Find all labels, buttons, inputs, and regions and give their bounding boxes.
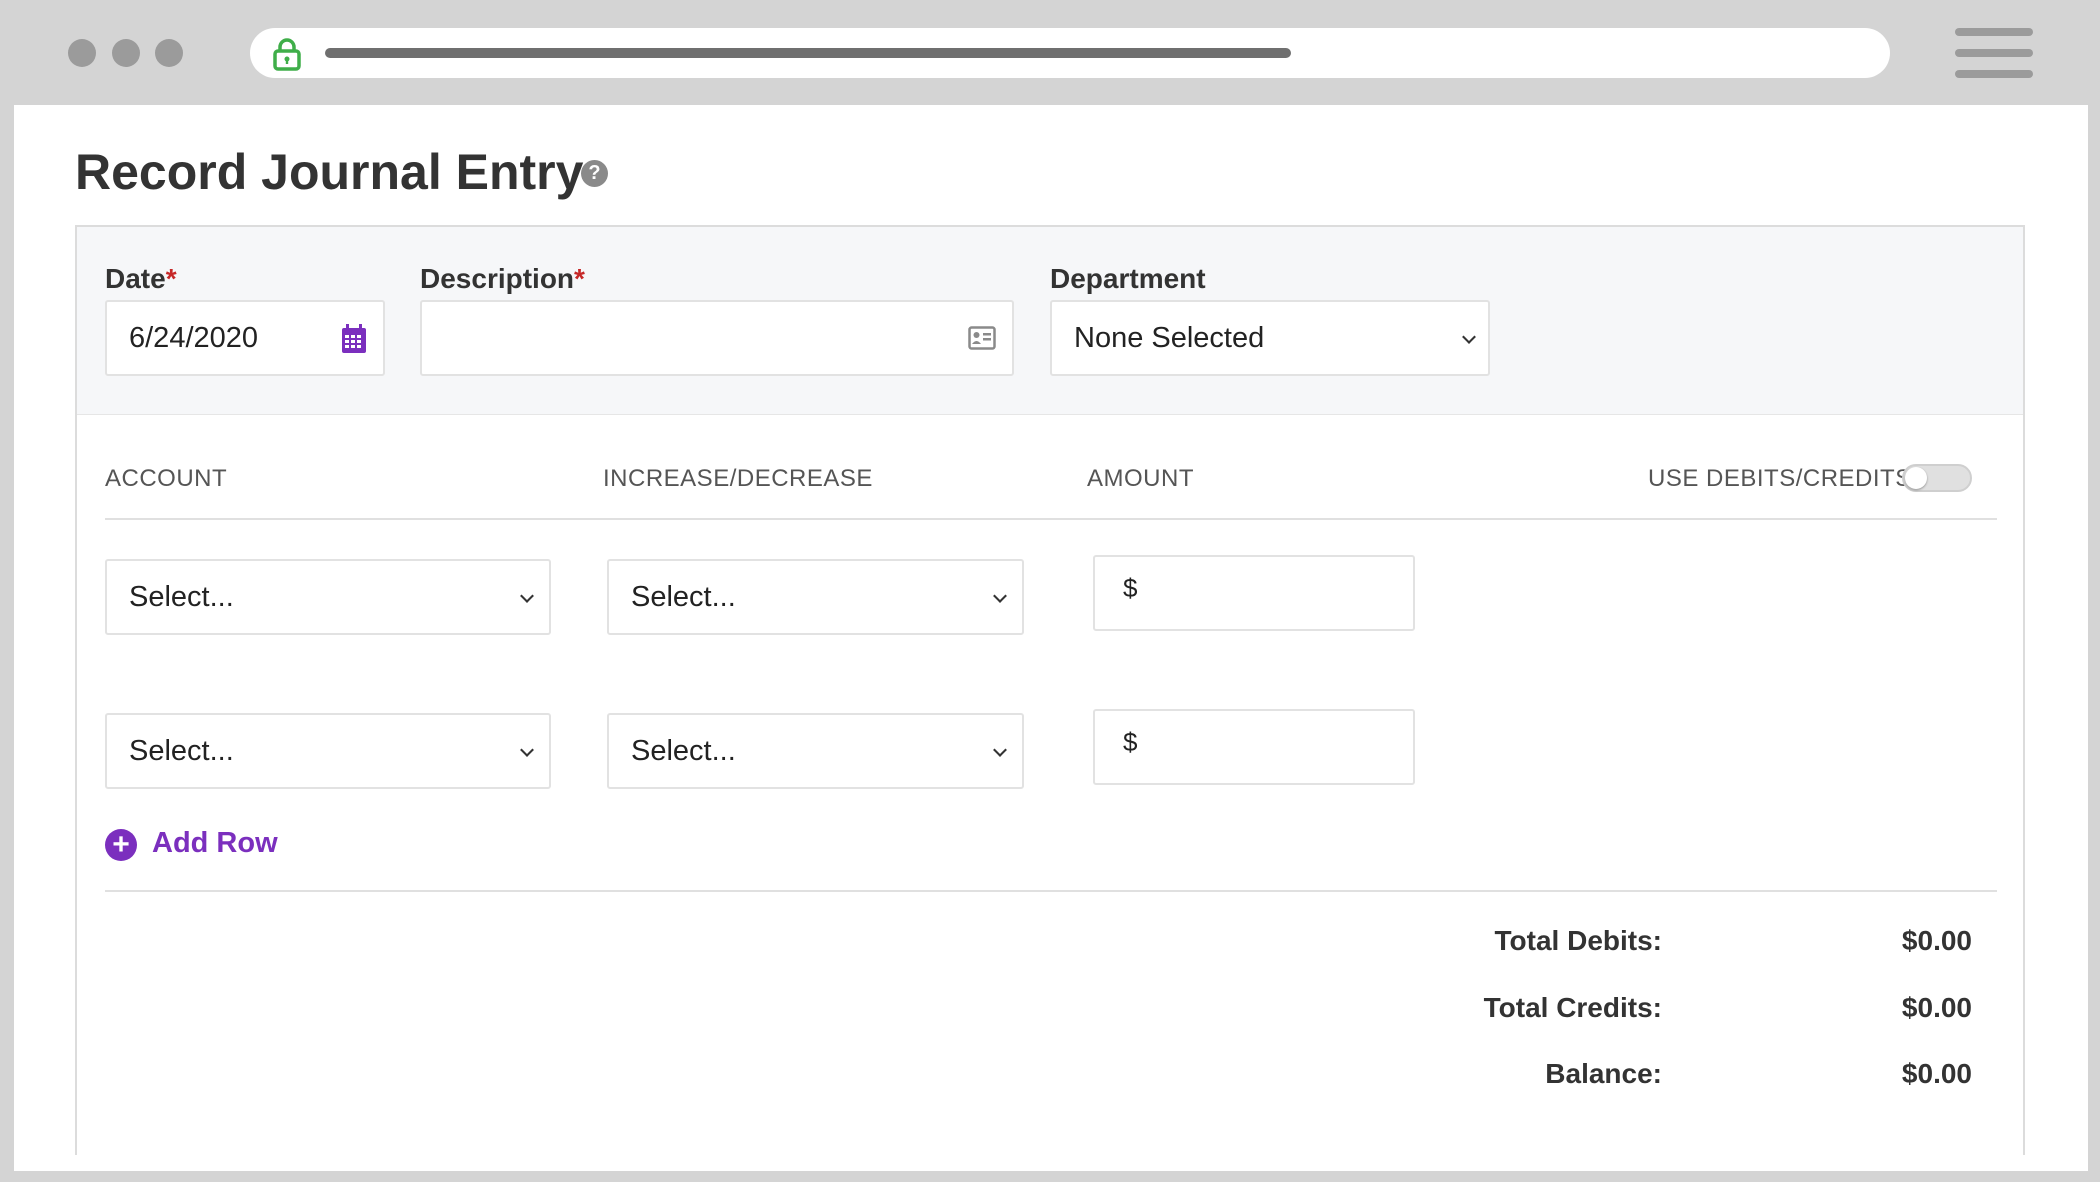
lock-icon: [273, 38, 301, 71]
currency-symbol: $: [1123, 727, 1138, 757]
use-debits-credits-toggle[interactable]: [1902, 464, 1972, 492]
date-value: 6/24/2020: [129, 322, 259, 354]
account-select[interactable]: Select...: [105, 559, 551, 635]
description-label: Description*: [420, 263, 585, 294]
amount-column-header: AMOUNT: [1087, 465, 1194, 492]
department-select[interactable]: None Selected: [1050, 300, 1490, 376]
toggle-knob: [1905, 467, 1927, 489]
address-bar[interactable]: [250, 28, 1890, 78]
help-icon[interactable]: ?: [581, 160, 608, 187]
totals-divider: [105, 890, 1997, 892]
currency-symbol: $: [1123, 573, 1138, 603]
chevron-down-icon: [993, 589, 1007, 603]
calendar-icon[interactable]: [341, 324, 367, 354]
balance-label: Balance:: [1545, 1058, 1662, 1089]
date-label: Date*: [105, 263, 177, 294]
window-zoom-dot[interactable]: [155, 39, 183, 67]
increase-decrease-column-header: INCREASE/DECREASE: [603, 465, 873, 492]
description-input[interactable]: [420, 300, 1014, 376]
plus-circle-icon: +: [105, 829, 137, 861]
total-debits-label: Total Debits:: [1494, 925, 1662, 956]
date-field[interactable]: 6/24/2020: [105, 300, 385, 376]
chevron-down-icon: [520, 589, 534, 603]
window-close-dot[interactable]: [68, 39, 96, 67]
add-row-label: Add Row: [152, 827, 278, 859]
contact-card-icon: [968, 326, 996, 350]
increase-decrease-select-value: Select...: [631, 735, 736, 767]
increase-decrease-select[interactable]: Select...: [607, 713, 1024, 789]
header-divider: [105, 518, 1997, 520]
amount-input[interactable]: $: [1093, 709, 1415, 785]
total-debits-value: $0.00: [1901, 925, 1972, 956]
use-debits-credits-label: USE DEBITS/CREDITS: [1648, 465, 1912, 492]
chevron-down-icon: [993, 743, 1007, 757]
page-content: Record Journal Entry ? Date* 6/24/2020 D…: [14, 105, 2088, 1171]
chevron-down-icon: [520, 743, 534, 757]
entry-header-section: Date* 6/24/2020 Description* Department …: [77, 227, 2023, 415]
page-title: Record Journal Entry: [75, 144, 584, 200]
browser-menu-icon[interactable]: [1955, 28, 2033, 78]
account-select-value: Select...: [129, 735, 234, 767]
url-placeholder-bar: [325, 48, 1291, 58]
increase-decrease-select-value: Select...: [631, 581, 736, 613]
account-select-value: Select...: [129, 581, 234, 613]
department-selected-value: None Selected: [1074, 322, 1265, 354]
amount-input[interactable]: $: [1093, 555, 1415, 631]
chevron-down-icon: [1462, 330, 1476, 344]
account-column-header: ACCOUNT: [105, 465, 228, 492]
journal-entry-panel: Date* 6/24/2020 Description* Department …: [75, 225, 2025, 1155]
total-credits-value: $0.00: [1901, 992, 1972, 1023]
browser-chrome: [0, 0, 2100, 105]
total-credits-label: Total Credits:: [1483, 992, 1662, 1023]
balance-value: $0.00: [1901, 1058, 1972, 1089]
account-select[interactable]: Select...: [105, 713, 551, 789]
window-minimize-dot[interactable]: [112, 39, 140, 67]
department-label: Department: [1050, 263, 1206, 294]
increase-decrease-select[interactable]: Select...: [607, 559, 1024, 635]
